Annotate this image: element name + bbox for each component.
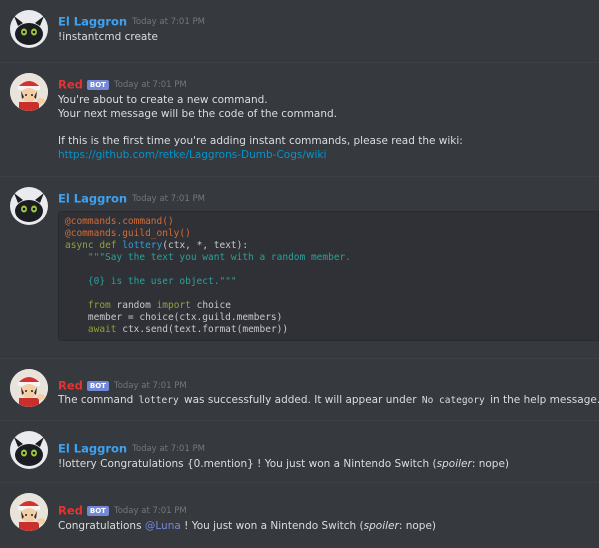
text-segment: in the help message.	[490, 394, 599, 406]
message-3: El Laggron Today at 7:01 PM @commands.com…	[0, 176, 599, 359]
inline-code: No category	[421, 395, 485, 406]
code-docstring: """Say the text you want with a random m…	[87, 252, 351, 263]
code-signature: (ctx, *, text):	[162, 240, 249, 251]
timestamp: Today at 7:01 PM	[113, 380, 187, 391]
code-line: await ctx.send(text.format(member))	[65, 324, 592, 336]
code-line: from random import choice	[65, 300, 592, 312]
user-mention[interactable]: @Luna	[145, 520, 181, 532]
avatar-red[interactable]	[10, 73, 48, 111]
wiki-link[interactable]: https://github.com/retke/Laggrons-Dumb-C…	[58, 149, 326, 162]
bot-badge: BOT	[86, 505, 109, 516]
message-text: !lottery Congratulations {0.mention} ! Y…	[58, 458, 509, 471]
text-segment: : nope)	[471, 458, 510, 470]
code-line: """Say the text you want with a random m…	[65, 252, 592, 264]
dragon-avatar-icon	[14, 437, 44, 466]
author-name[interactable]: Red	[58, 78, 83, 92]
message-text: Congratulations @Luna ! You just won a N…	[58, 520, 436, 533]
code-line: {0} is the user object."""	[65, 276, 592, 288]
avatar-red[interactable]	[10, 493, 48, 531]
text-segment: was successfully added. It will appear u…	[184, 394, 417, 406]
code-decorator: @commands.guild_only()	[65, 228, 191, 239]
message-6: Red BOT Today at 7:01 PM Congratulations @…	[0, 482, 599, 548]
timestamp: Today at 7:01 PM	[113, 79, 187, 90]
code-import-name: choice	[196, 300, 231, 311]
author-name[interactable]: El Laggron	[58, 15, 127, 29]
avatar-red[interactable]	[10, 369, 48, 407]
emphasis-text: spoiler	[436, 458, 472, 470]
text-segment: : nope)	[398, 520, 437, 532]
red-avatar-icon	[10, 369, 48, 407]
timestamp: Today at 7:01 PM	[132, 16, 205, 27]
timestamp: Today at 7:01 PM	[113, 505, 187, 516]
code-keyword: def	[99, 240, 117, 251]
code-line: member = choice(ctx.guild.members)	[65, 312, 592, 324]
code-keyword: import	[156, 300, 191, 311]
message-text: !instantcmd create	[58, 31, 158, 43]
code-statement: ctx.send(text.format(member))	[122, 324, 289, 335]
message-5: El Laggron Today at 7:01 PM !lottery Cong…	[0, 420, 599, 483]
code-module: random	[116, 300, 151, 311]
text-segment: The command	[58, 394, 134, 406]
text-segment: ! You just won a Nintendo Switch (	[184, 520, 364, 532]
message-text-line-3: If this is the first time you're adding …	[58, 135, 463, 147]
code-decorator: @commands.command()	[65, 216, 174, 227]
message-text-line-1: You're about to create a new command.	[58, 94, 268, 106]
message-1: El Laggron Today at 7:01 PM !instantcmd c…	[0, 0, 599, 62]
avatar-el-laggron[interactable]	[10, 10, 48, 48]
timestamp: Today at 7:01 PM	[132, 193, 205, 204]
text-segment: !lottery Congratulations {0.mention} ! Y…	[58, 458, 437, 470]
message-text: The command lottery was successfully add…	[58, 394, 599, 407]
dragon-avatar-icon	[14, 193, 44, 222]
message-text-line-2: Your next message will be the code of th…	[58, 108, 338, 120]
code-keyword: async	[65, 240, 94, 251]
avatar-el-laggron[interactable]	[10, 187, 48, 225]
avatar-el-laggron[interactable]	[10, 431, 48, 469]
code-line: async def lottery(ctx, *, text):	[65, 240, 592, 252]
timestamp: Today at 7:01 PM	[132, 443, 205, 454]
author-name[interactable]: El Laggron	[58, 192, 127, 206]
red-avatar-icon	[10, 493, 48, 531]
message-4: Red BOT Today at 7:01 PM The command lotte…	[0, 358, 599, 421]
bot-badge: BOT	[86, 380, 109, 391]
message-2: Red BOT Today at 7:01 PM You're about to c…	[0, 62, 599, 177]
inline-code: lottery	[138, 395, 179, 406]
emphasis-text: spoiler	[363, 520, 399, 532]
code-statement: member = choice(ctx.guild.members)	[87, 312, 283, 323]
bot-badge: BOT	[86, 79, 109, 90]
code-docstring: {0} is the user object."""	[87, 276, 237, 287]
code-function-name: lottery	[122, 240, 163, 251]
author-name[interactable]: El Laggron	[58, 442, 127, 456]
dragon-avatar-icon	[14, 16, 44, 45]
code-line: @commands.command()	[65, 216, 592, 228]
red-avatar-icon	[10, 73, 48, 111]
text-segment: Congratulations	[58, 520, 142, 532]
code-keyword: await	[87, 324, 117, 335]
code-line: @commands.guild_only()	[65, 228, 592, 240]
author-name[interactable]: Red	[58, 379, 83, 393]
author-name[interactable]: Red	[58, 504, 83, 518]
code-block: @commands.command() @commands.guild_only…	[58, 211, 599, 341]
code-keyword: from	[87, 300, 111, 311]
